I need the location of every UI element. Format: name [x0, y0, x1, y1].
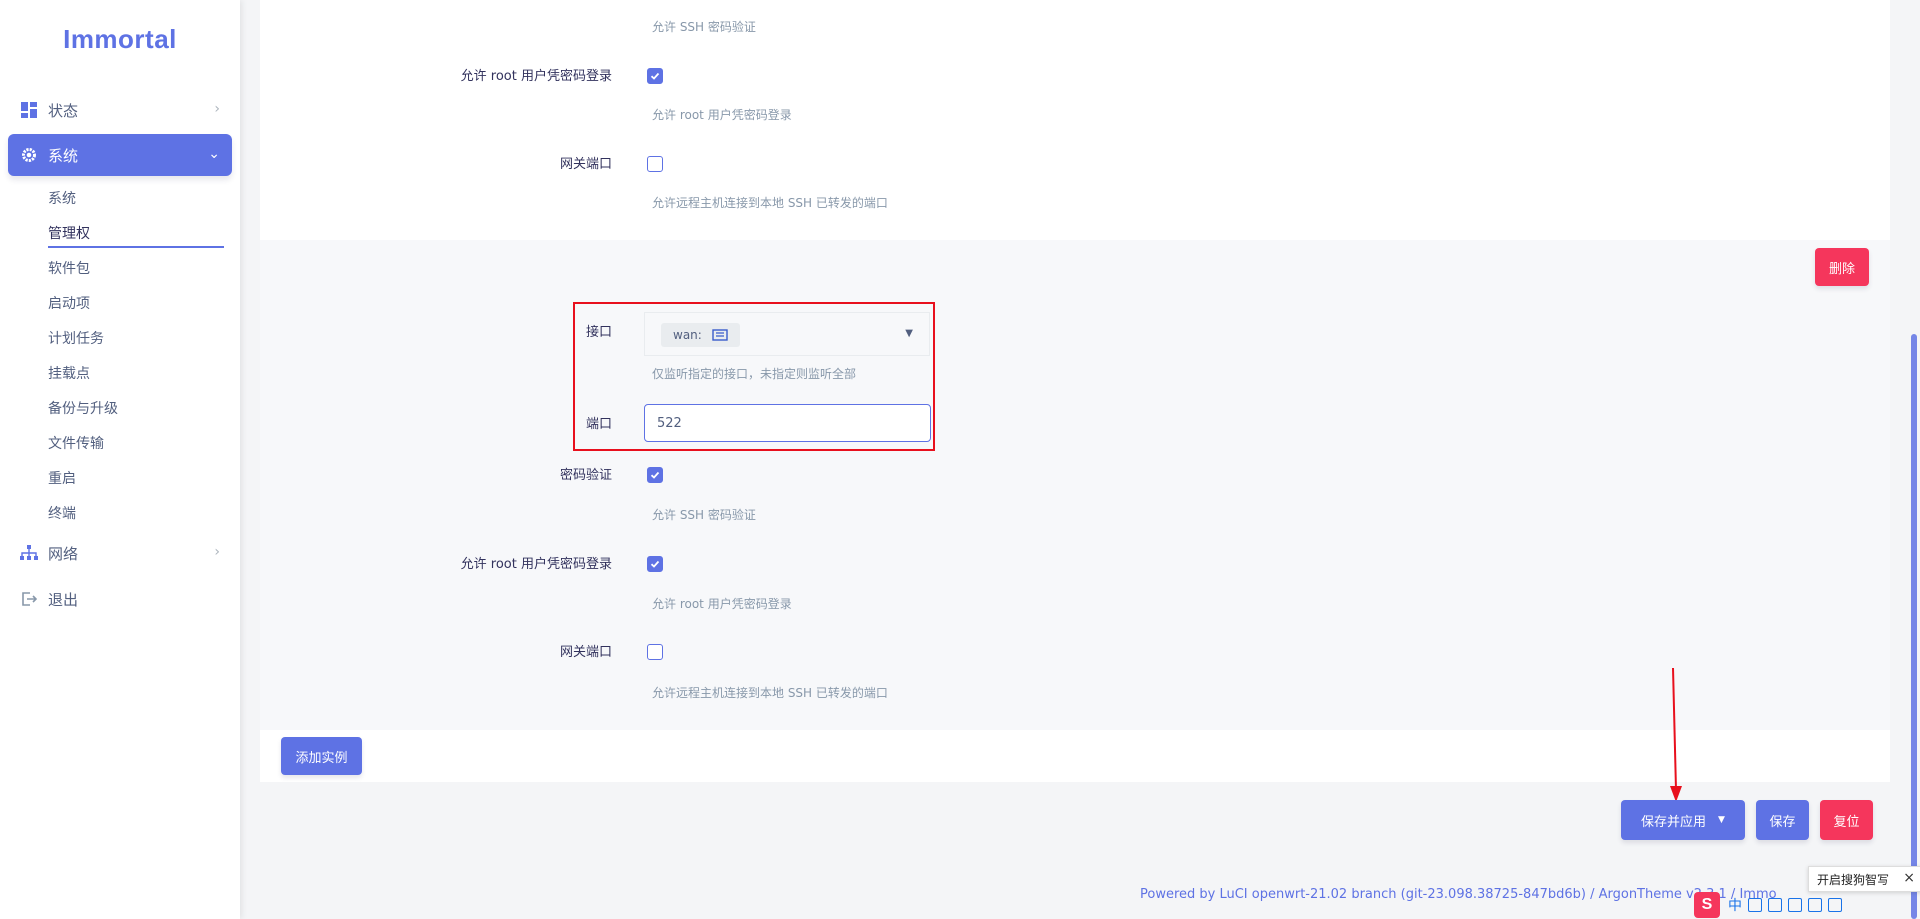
- interface-select[interactable]: wan: ▼: [644, 312, 930, 356]
- sub-item-admin[interactable]: 管理权: [48, 223, 90, 243]
- nav-logout[interactable]: 退出: [8, 578, 232, 620]
- ime-tip-text: 开启搜狗智写: [1817, 872, 1890, 887]
- chevron-right-icon: ›: [214, 101, 220, 117]
- port-input[interactable]: [644, 404, 931, 442]
- active-sub-indicator: [48, 246, 224, 248]
- gateway-ports-hint-2: 允许远程主机连接到本地 SSH 已转发的端口: [652, 686, 888, 700]
- punctuation-icon[interactable]: [1748, 897, 1762, 912]
- sub-item-terminal[interactable]: 终端: [48, 503, 76, 523]
- root-login-checkbox-2[interactable]: [647, 556, 663, 572]
- caret-down-icon: ▼: [1718, 815, 1725, 825]
- dashboard-icon: [20, 101, 38, 119]
- root-login-checkbox[interactable]: [647, 68, 663, 84]
- network-port-icon: [712, 329, 728, 341]
- password-auth-label: 密码验证: [559, 468, 612, 483]
- gateway-ports-hint: 允许远程主机连接到本地 SSH 已转发的端口: [652, 196, 888, 210]
- annotation-arrow: [1670, 668, 1682, 802]
- sub-item-file-transfer[interactable]: 文件传输: [48, 433, 104, 453]
- interface-value: wan:: [673, 328, 702, 342]
- sub-item-backup[interactable]: 备份与升级: [48, 398, 118, 418]
- chevron-right-icon: ›: [214, 544, 220, 560]
- dropdown-arrow-icon: ▼: [905, 328, 913, 339]
- ime-tool-icons: [1748, 897, 1848, 912]
- check-icon: [650, 471, 660, 479]
- ime-mode-toggle[interactable]: 中: [1728, 895, 1742, 915]
- sub-item-crontab[interactable]: 计划任务: [48, 328, 104, 348]
- brand-logo[interactable]: Immortal: [0, 24, 240, 55]
- password-auth-hint: 允许 SSH 密码验证: [652, 20, 756, 34]
- ime-tooltip: 开启搜狗智写 ×: [1808, 866, 1920, 892]
- sidebar: Immortal 状态 › 系统 ⌄ 系统 管理权 软件包 启动项 计划任务 挂…: [0, 0, 240, 919]
- gateway-ports-label-2: 网关端口: [559, 645, 612, 660]
- add-instance-bar: [260, 730, 1890, 782]
- sitemap-icon: [20, 544, 38, 562]
- check-icon: [650, 72, 660, 80]
- sogou-logo-icon[interactable]: S: [1694, 891, 1720, 918]
- gateway-ports-checkbox-2[interactable]: [647, 644, 663, 660]
- nav-logout-label: 退出: [48, 590, 79, 609]
- check-icon: [650, 560, 660, 568]
- nav-system-label: 系统: [48, 146, 79, 165]
- nav-system[interactable]: 系统 ⌄: [8, 134, 232, 176]
- chevron-down-icon: ⌄: [208, 146, 220, 162]
- interface-label: 接口: [585, 325, 612, 340]
- root-login-hint: 允许 root 用户凭密码登录: [652, 108, 792, 122]
- nav-network-label: 网络: [48, 544, 79, 563]
- password-auth-checkbox[interactable]: [647, 467, 663, 483]
- root-login-label: 允许 root 用户凭密码登录: [460, 69, 612, 84]
- nav-status[interactable]: 状态 ›: [8, 89, 232, 131]
- nav-network[interactable]: 网络 ›: [8, 532, 232, 574]
- instance-1-panel: [260, 0, 1890, 240]
- sub-item-system[interactable]: 系统: [48, 188, 76, 208]
- gear-icon: [20, 146, 38, 164]
- password-auth-hint-2: 允许 SSH 密码验证: [652, 508, 756, 522]
- add-instance-button[interactable]: 添加实例: [281, 737, 362, 775]
- keyboard-icon[interactable]: [1788, 897, 1802, 912]
- skin-icon[interactable]: [1808, 897, 1822, 912]
- footer-text[interactable]: Powered by LuCI openwrt-21.02 branch (gi…: [1140, 887, 1777, 902]
- instance-2-panel: [260, 240, 1890, 730]
- gateway-ports-checkbox[interactable]: [647, 156, 663, 172]
- save-button[interactable]: 保存: [1756, 800, 1809, 840]
- interface-hint: 仅监听指定的接口，未指定则监听全部: [652, 367, 857, 381]
- ime-toolbar: S 中: [1694, 890, 1884, 919]
- root-login-label-2: 允许 root 用户凭密码登录: [460, 557, 612, 572]
- nav-status-label: 状态: [48, 101, 79, 120]
- port-label: 端口: [585, 417, 612, 432]
- microphone-icon[interactable]: [1768, 897, 1782, 912]
- gateway-ports-label: 网关端口: [559, 157, 612, 172]
- sub-item-software[interactable]: 软件包: [48, 258, 90, 278]
- root-login-hint-2: 允许 root 用户凭密码登录: [652, 597, 792, 611]
- toolbox-icon[interactable]: [1828, 897, 1842, 912]
- reset-button[interactable]: 复位: [1820, 800, 1873, 840]
- save-apply-button[interactable]: 保存并应用 ▼: [1621, 800, 1745, 840]
- close-icon[interactable]: ×: [1903, 870, 1915, 886]
- scrollbar-thumb[interactable]: [1911, 334, 1917, 919]
- save-apply-label: 保存并应用: [1641, 814, 1707, 830]
- interface-chip: wan:: [661, 323, 740, 347]
- delete-button[interactable]: 删除: [1815, 248, 1869, 286]
- sub-item-startup[interactable]: 启动项: [48, 293, 90, 313]
- sub-item-reboot[interactable]: 重启: [48, 468, 76, 488]
- sub-item-mounts[interactable]: 挂载点: [48, 363, 90, 383]
- sign-out-icon: [20, 590, 38, 608]
